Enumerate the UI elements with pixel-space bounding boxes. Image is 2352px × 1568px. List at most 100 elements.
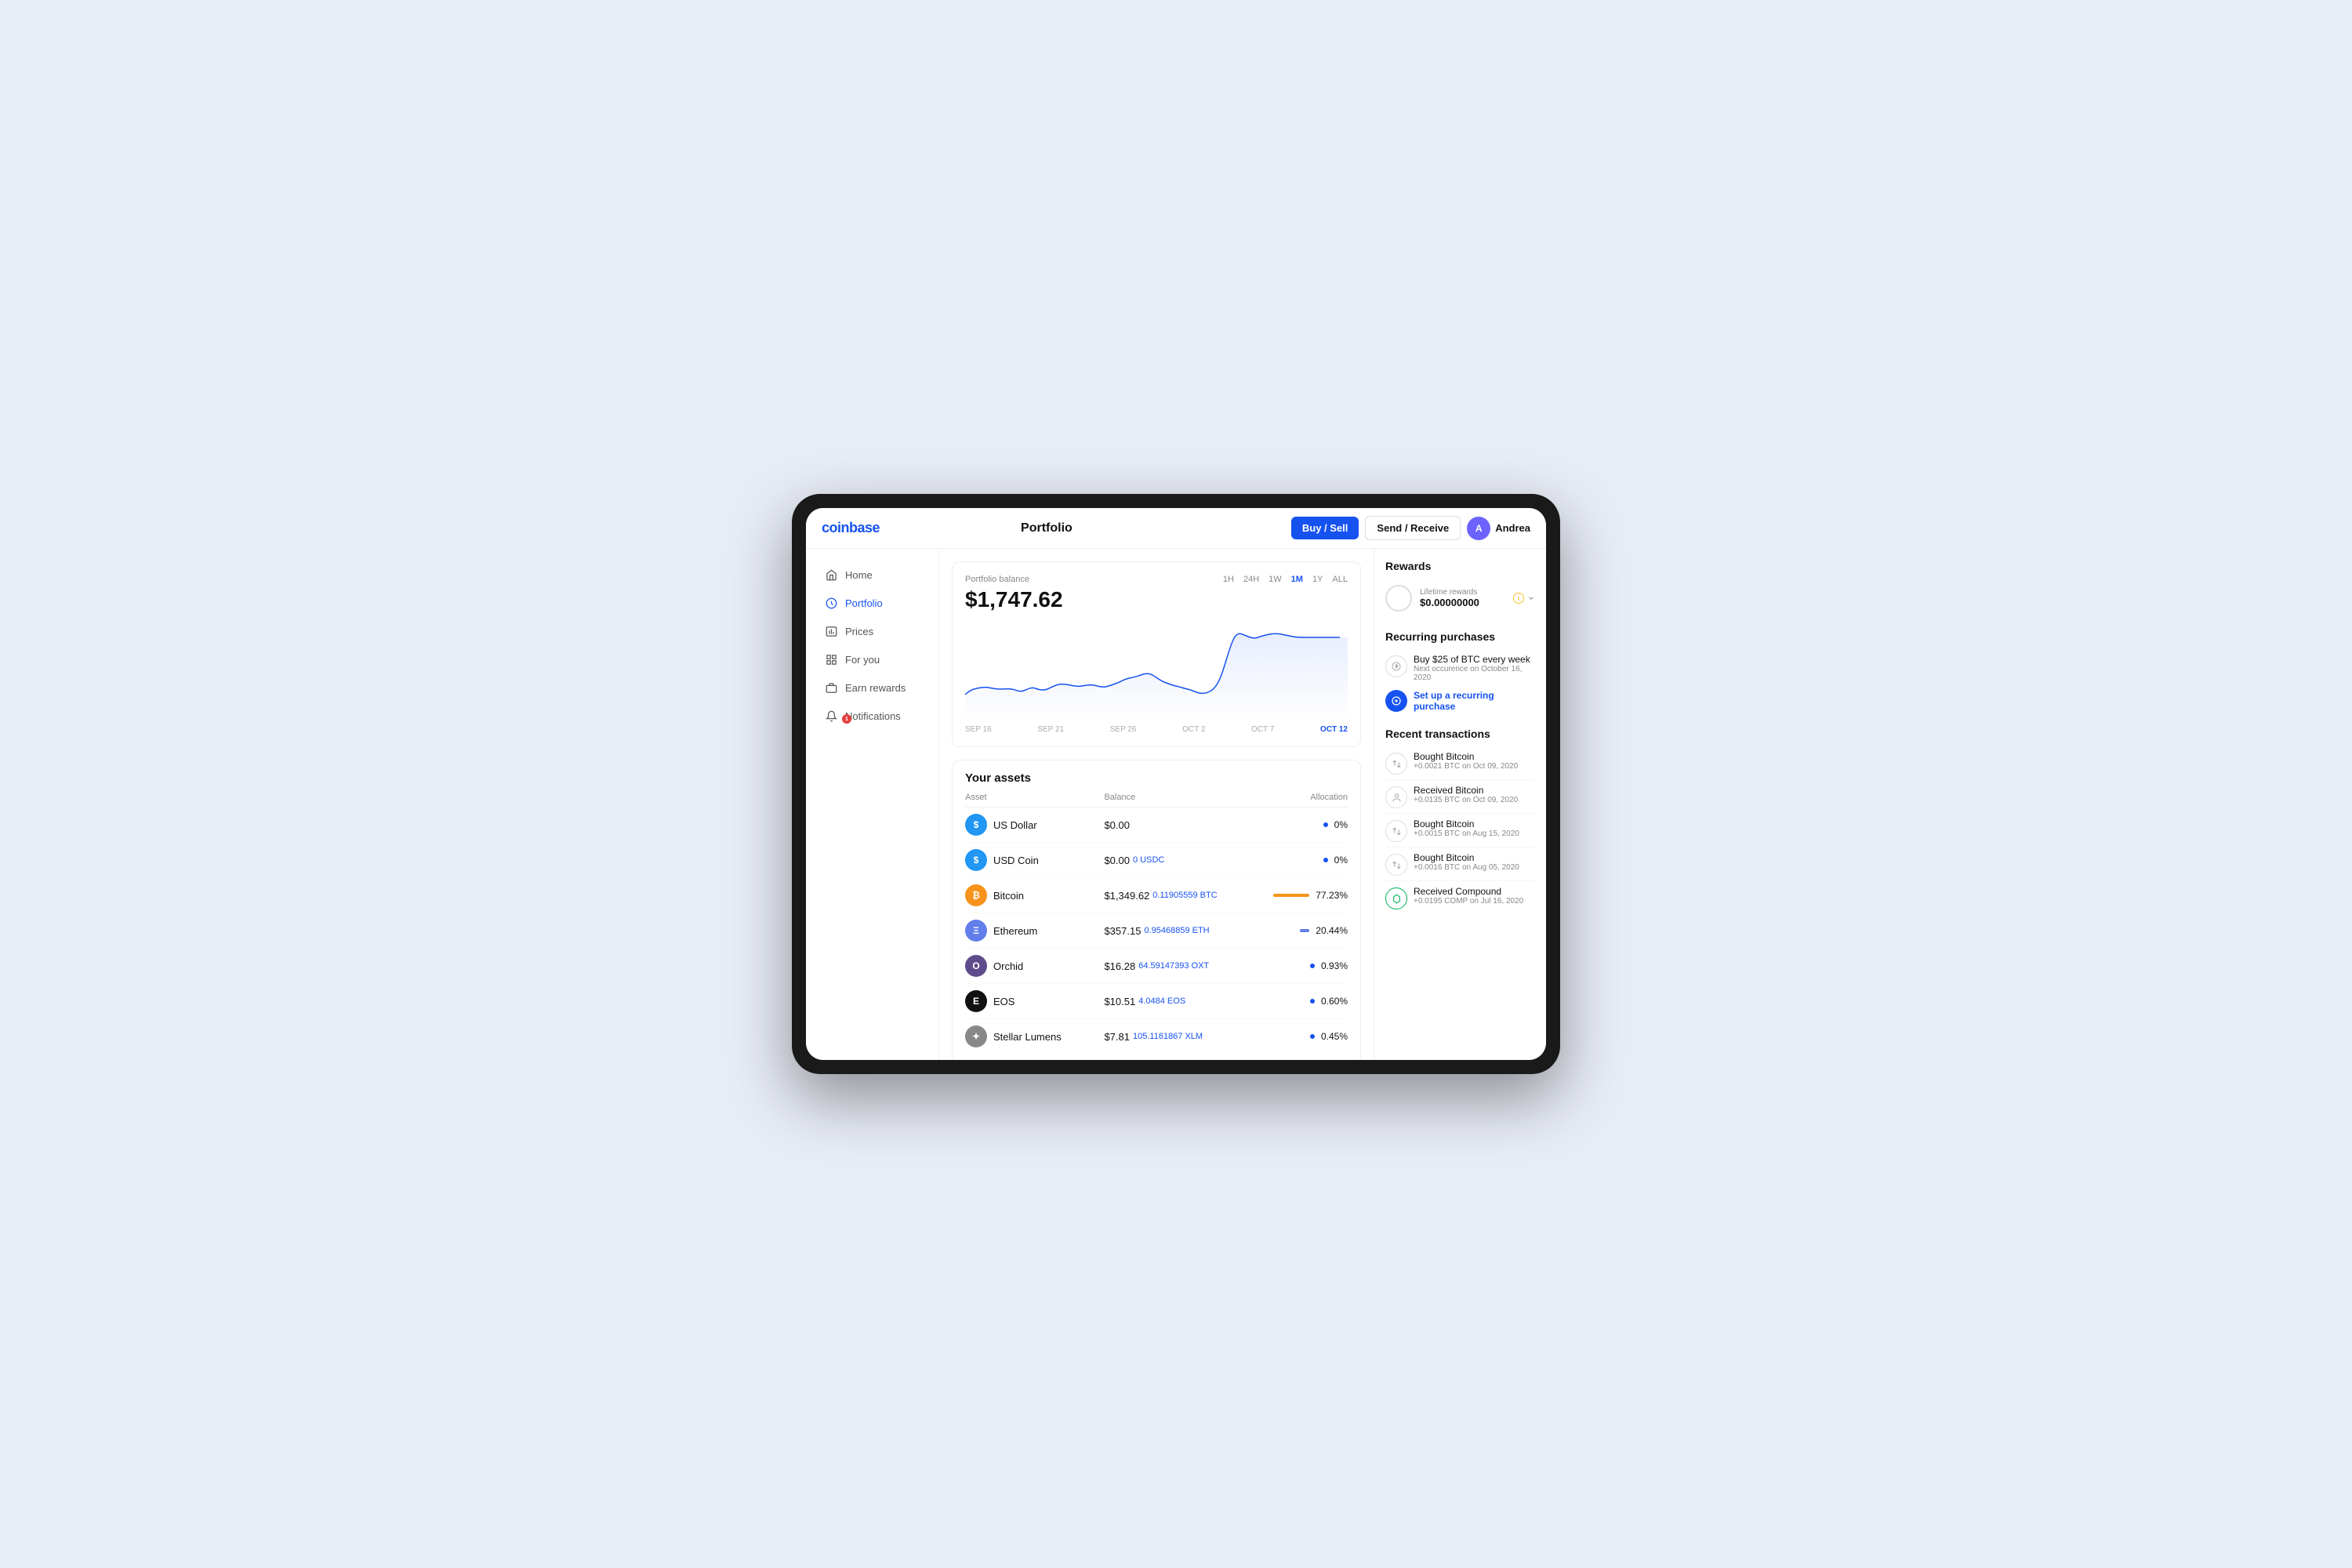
transaction-item[interactable]: Bought Bitcoin +0.0015 BTC on Aug 15, 20… xyxy=(1385,814,1535,848)
chart-label-sep26: SEP 26 xyxy=(1110,725,1137,734)
asset-balance-crypto: 0.95468859 ETH xyxy=(1144,926,1209,935)
sidebar-item-notifications[interactable]: 1 Notifications xyxy=(811,702,934,729)
tx-sub: +0.0021 BTC on Oct 09, 2020 xyxy=(1414,762,1518,771)
info-icon: i xyxy=(1513,593,1524,604)
tf-1y[interactable]: 1Y xyxy=(1312,575,1323,584)
portfolio-chart xyxy=(965,620,1348,722)
transactions-section: Recent transactions Bought Bitcoin +0.00… xyxy=(1385,728,1535,914)
sidebar-label-notifications: Notifications xyxy=(845,710,901,722)
send-receive-button[interactable]: Send / Receive xyxy=(1365,516,1461,540)
setup-recurring-icon xyxy=(1385,690,1407,712)
asset-name: EOS xyxy=(993,996,1104,1007)
asset-balance-usd: $0.00 xyxy=(1104,855,1130,866)
asset-row[interactable]: Ξ Ethereum $357.15 0.95468859 ETH 20.44% xyxy=(965,913,1348,949)
chart-label-oct7: OCT 7 xyxy=(1251,725,1274,734)
alloc-bar xyxy=(1273,894,1309,897)
chart-date-labels: SEP 16 SEP 21 SEP 26 OCT 2 OCT 7 OCT 12 xyxy=(965,725,1348,734)
transaction-item[interactable]: Received Compound +0.0195 COMP on Jul 16… xyxy=(1385,881,1535,914)
tx-icon xyxy=(1385,820,1407,842)
assets-title: Your assets xyxy=(965,771,1348,785)
asset-balance-cell: $0.00 xyxy=(1104,819,1243,831)
recurring-title: Recurring purchases xyxy=(1385,630,1535,643)
recurring-item-btc: Buy $25 of BTC every week Next occurence… xyxy=(1385,649,1535,687)
user-profile[interactable]: A Andrea xyxy=(1467,517,1530,540)
asset-balance-usd: $10.51 xyxy=(1104,996,1135,1007)
main-layout: Home Portfolio xyxy=(806,549,1546,1060)
recurring-item-title: Buy $25 of BTC every week xyxy=(1414,654,1535,665)
alloc-dot xyxy=(1310,1034,1315,1039)
portfolio-balance-value: $1,747.62 xyxy=(965,587,1063,612)
buy-sell-button[interactable]: Buy / Sell xyxy=(1291,517,1359,539)
asset-alloc-pct: 0% xyxy=(1334,819,1348,830)
portfolio-chart-card: Portfolio balance $1,747.62 1H 24H 1W 1M… xyxy=(952,561,1361,747)
col-header-asset: Asset xyxy=(965,793,1104,802)
tf-1m[interactable]: 1M xyxy=(1291,575,1303,584)
reward-info: Lifetime rewards $0.00000000 xyxy=(1420,588,1505,608)
asset-row[interactable]: ✦ Stellar Lumens $7.81 105.1161867 XLM 0… xyxy=(965,1019,1348,1054)
asset-balance-usd: $0.00 xyxy=(1104,819,1130,831)
avatar: A xyxy=(1467,517,1490,540)
asset-alloc-cell: 20.44% xyxy=(1243,925,1348,936)
tx-title: Bought Bitcoin xyxy=(1414,852,1519,863)
notifications-icon: 1 xyxy=(825,710,837,722)
asset-row[interactable]: ₿ Bitcoin $1,349.62 0.11905559 BTC 77.23… xyxy=(965,878,1348,913)
lifetime-rewards-label: Lifetime rewards xyxy=(1420,588,1505,597)
asset-alloc-cell: 0.60% xyxy=(1243,996,1348,1007)
asset-row[interactable]: $ USD Coin $0.00 0 USDC 0% xyxy=(965,843,1348,878)
asset-balance-cell: $1,349.62 0.11905559 BTC xyxy=(1104,890,1243,902)
setup-recurring-label[interactable]: Set up a recurring purchase xyxy=(1414,690,1535,712)
recurring-item-sub: Next occurence on October 16, 2020 xyxy=(1414,665,1535,682)
asset-balance-crypto: 64.59147393 OXT xyxy=(1138,961,1209,971)
asset-balance-cell: $0.00 0 USDC xyxy=(1104,855,1243,866)
asset-alloc-pct: 0.45% xyxy=(1321,1031,1348,1042)
asset-balance-cell: $16.28 64.59147393 OXT xyxy=(1104,960,1243,972)
asset-row[interactable]: $ US Dollar $0.00 0% xyxy=(965,808,1348,843)
sidebar-item-portfolio[interactable]: Portfolio xyxy=(811,590,934,616)
assets-table-header: Asset Balance Allocation xyxy=(965,793,1348,808)
asset-icon: $ xyxy=(965,814,987,836)
tx-icon xyxy=(1385,887,1407,909)
tf-1h[interactable]: 1H xyxy=(1223,575,1234,584)
asset-icon: ✦ xyxy=(965,1025,987,1047)
for-you-icon xyxy=(825,653,837,666)
sidebar-item-for-you[interactable]: For you xyxy=(811,646,934,673)
tx-title: Bought Bitcoin xyxy=(1414,818,1519,829)
asset-balance-crypto: 4.0484 EOS xyxy=(1138,996,1185,1006)
asset-row[interactable]: O Orchid $16.28 64.59147393 OXT 0.93% xyxy=(965,949,1348,984)
asset-name: Bitcoin xyxy=(993,890,1104,902)
asset-icon: ₿ xyxy=(965,884,987,906)
chart-timeframes: 1H 24H 1W 1M 1Y ALL xyxy=(1223,575,1348,584)
tf-all[interactable]: ALL xyxy=(1332,575,1348,584)
asset-alloc-cell: 0.45% xyxy=(1243,1031,1348,1042)
tablet-screen: coinbase Portfolio Buy / Sell Send / Rec… xyxy=(806,508,1546,1060)
tx-title: Bought Bitcoin xyxy=(1414,751,1518,762)
main-content: Portfolio balance $1,747.62 1H 24H 1W 1M… xyxy=(939,549,1374,1060)
transaction-item[interactable]: Bought Bitcoin +0.0021 BTC on Oct 09, 20… xyxy=(1385,746,1535,780)
recurring-btc-icon xyxy=(1385,655,1407,677)
setup-recurring[interactable]: Set up a recurring purchase xyxy=(1385,687,1535,715)
asset-name: USD Coin xyxy=(993,855,1104,866)
asset-row[interactable]: E EOS $10.51 4.0484 EOS 0.60% xyxy=(965,984,1348,1019)
sidebar-item-earn-rewards[interactable]: Earn rewards xyxy=(811,674,934,701)
alloc-dot xyxy=(1310,999,1315,1004)
tf-24h[interactable]: 24H xyxy=(1243,575,1259,584)
tx-info: Bought Bitcoin +0.0016 BTC on Aug 05, 20… xyxy=(1414,852,1519,872)
sidebar-item-prices[interactable]: Prices xyxy=(811,618,934,644)
asset-name: Stellar Lumens xyxy=(993,1031,1104,1043)
sidebar-item-home[interactable]: Home xyxy=(811,561,934,588)
rewards-section: Rewards Lifetime rewards $0.00000000 i xyxy=(1385,560,1535,618)
alloc-dot xyxy=(1323,858,1328,862)
asset-balance-usd: $357.15 xyxy=(1104,925,1141,937)
reward-circle-icon xyxy=(1385,585,1412,612)
reward-expand[interactable]: i xyxy=(1513,593,1535,604)
tf-1w[interactable]: 1W xyxy=(1269,575,1282,584)
chart-label-oct12: OCT 12 xyxy=(1320,725,1348,734)
transaction-item[interactable]: Received Bitcoin +0.0135 BTC on Oct 09, … xyxy=(1385,780,1535,814)
asset-balance-usd: $1,349.62 xyxy=(1104,890,1149,902)
recurring-section: Recurring purchases Buy $25 of BTC every… xyxy=(1385,630,1535,715)
asset-balance-usd: $7.81 xyxy=(1104,1031,1130,1043)
tx-sub: +0.0016 BTC on Aug 05, 2020 xyxy=(1414,863,1519,872)
asset-balance-cell: $7.81 105.1161867 XLM xyxy=(1104,1031,1243,1043)
portfolio-icon xyxy=(825,597,837,609)
transaction-item[interactable]: Bought Bitcoin +0.0016 BTC on Aug 05, 20… xyxy=(1385,848,1535,881)
